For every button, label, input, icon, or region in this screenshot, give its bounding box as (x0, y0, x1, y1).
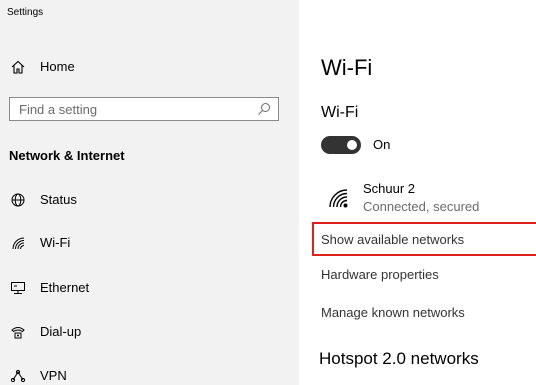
wifi-signal-icon (327, 187, 349, 209)
network-status: Connected, secured (363, 199, 480, 214)
dialup-icon (10, 324, 26, 340)
sidebar-item-label: Wi-Fi (40, 235, 71, 250)
search-icon (257, 102, 271, 116)
sidebar-item-dialup[interactable]: Dial-up (0, 312, 299, 352)
search-input[interactable]: Find a setting (9, 97, 279, 121)
sidebar: Settings Home Find a setting Network & I… (0, 0, 299, 385)
home-icon (10, 59, 26, 75)
globe-icon (10, 192, 26, 208)
sidebar-section-heading: Network & Internet (9, 148, 125, 163)
manage-known-networks-link[interactable]: Manage known networks (321, 305, 465, 320)
network-name: Schuur 2 (363, 181, 416, 196)
vpn-icon (10, 368, 26, 384)
sidebar-item-label: VPN (40, 368, 67, 383)
main-content: Wi-Fi Wi-Fi On Schuur 2 Connected, secur… (299, 0, 536, 385)
sidebar-item-label: Status (40, 192, 77, 207)
wifi-section-label: Wi-Fi (321, 104, 359, 121)
sidebar-item-status[interactable]: Status (0, 180, 299, 220)
sidebar-item-ethernet[interactable]: Ethernet (0, 268, 299, 308)
hardware-properties-link[interactable]: Hardware properties (321, 267, 439, 282)
wifi-toggle-state: On (373, 137, 391, 152)
ethernet-icon (10, 280, 26, 296)
connected-network[interactable]: Schuur 2 Connected, secured (321, 180, 531, 220)
settings-window: Settings Home Find a setting Network & I… (0, 0, 536, 385)
app-title: Settings (7, 7, 44, 18)
sidebar-item-label: Home (40, 59, 75, 74)
wifi-toggle[interactable] (321, 136, 361, 154)
sidebar-item-label: Dial-up (40, 324, 82, 339)
page-title: Wi-Fi (321, 55, 373, 80)
sidebar-item-vpn[interactable]: VPN (0, 356, 299, 385)
search-placeholder: Find a setting (19, 102, 98, 117)
hotspot-section-title: Hotspot 2.0 networks (319, 349, 479, 368)
sidebar-item-home[interactable]: Home (0, 52, 299, 82)
toggle-knob (347, 140, 357, 150)
wifi-icon (10, 235, 26, 251)
highlight-box (312, 222, 536, 256)
sidebar-item-wifi[interactable]: Wi-Fi (0, 223, 299, 263)
sidebar-item-label: Ethernet (40, 280, 90, 295)
